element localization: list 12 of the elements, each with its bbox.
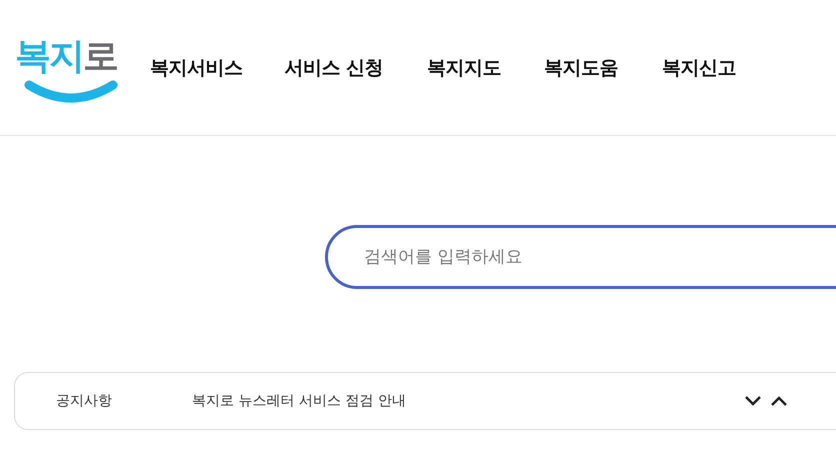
- smile-icon: [23, 78, 119, 102]
- nav-link[interactable]: 복지신고: [662, 54, 736, 80]
- chevron-up-icon: [770, 395, 788, 407]
- chevron-down-icon: [744, 395, 762, 407]
- notice-label: 공지사항: [56, 392, 113, 410]
- nav-link[interactable]: 복지지도: [427, 54, 502, 80]
- nav-link[interactable]: 복지도움: [544, 54, 618, 80]
- nav-link[interactable]: 서비스 신청: [284, 54, 384, 80]
- nav-link[interactable]: 복지서비스: [150, 54, 242, 80]
- search-field[interactable]: 검색어를 입력하세요: [325, 225, 836, 289]
- logo-text[interactable]: 복지로: [15, 38, 117, 74]
- notice-link[interactable]: 복지로 뉴스레터 서비스 점검 안내: [192, 392, 742, 410]
